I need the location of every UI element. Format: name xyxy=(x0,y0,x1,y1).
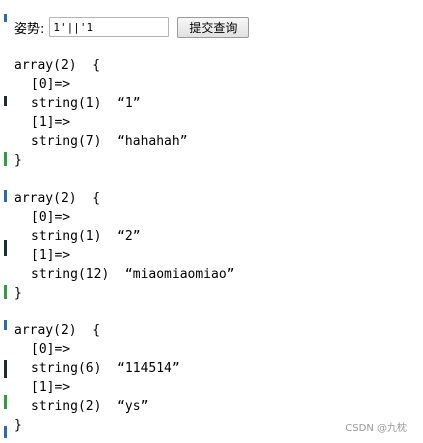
query-input[interactable] xyxy=(49,17,170,37)
edge-mark xyxy=(4,240,7,256)
edge-mark xyxy=(4,14,7,22)
array-key: [0]=> xyxy=(31,210,71,225)
query-form: 姿势: 提交查询 xyxy=(14,16,250,38)
array-close: } xyxy=(14,153,22,168)
watermark: CSDN @九枕 xyxy=(345,423,407,434)
query-label: 姿势: xyxy=(14,21,45,37)
array-key: [1]=> xyxy=(31,380,71,395)
array-header: array(2) { xyxy=(14,323,101,338)
edge-mark xyxy=(4,152,7,166)
array-header: array(2) { xyxy=(14,191,101,206)
array-value: string(7) “hahahah” xyxy=(31,134,188,149)
edge-mark xyxy=(4,320,7,330)
edge-mark xyxy=(4,426,7,438)
array-key: [0]=> xyxy=(31,77,71,92)
array-key: [0]=> xyxy=(31,342,71,357)
array-close: } xyxy=(14,418,22,433)
array-key: [1]=> xyxy=(31,248,71,263)
edge-mark xyxy=(4,285,7,299)
edge-mark xyxy=(4,360,7,378)
array-value: string(1) “1” xyxy=(31,96,141,111)
array-value: string(12) “miaomiaomiao” xyxy=(31,267,235,282)
array-header: array(2) { xyxy=(14,58,101,73)
edge-mark xyxy=(4,190,7,202)
array-value: string(6) “114514” xyxy=(31,361,180,376)
result-dump-2: array(2) { [0]=> string(1) “2” [1]=> string(… xyxy=(14,189,235,303)
submit-query-button[interactable]: 提交查询 xyxy=(177,16,250,38)
edge-mark xyxy=(4,96,7,106)
result-dump-1: array(2) { [0]=> string(1) “1” [1]=> string(… xyxy=(14,56,188,170)
result-dump-3: array(2) { [0]=> string(6) “114514” [1]=> st… xyxy=(14,321,180,435)
array-key: [1]=> xyxy=(31,115,71,130)
left-edge-decoration xyxy=(0,0,10,443)
array-value: string(1) “2” xyxy=(31,229,141,244)
array-value: string(2) “ys” xyxy=(31,399,149,414)
array-close: } xyxy=(14,286,22,301)
edge-mark xyxy=(4,395,7,409)
